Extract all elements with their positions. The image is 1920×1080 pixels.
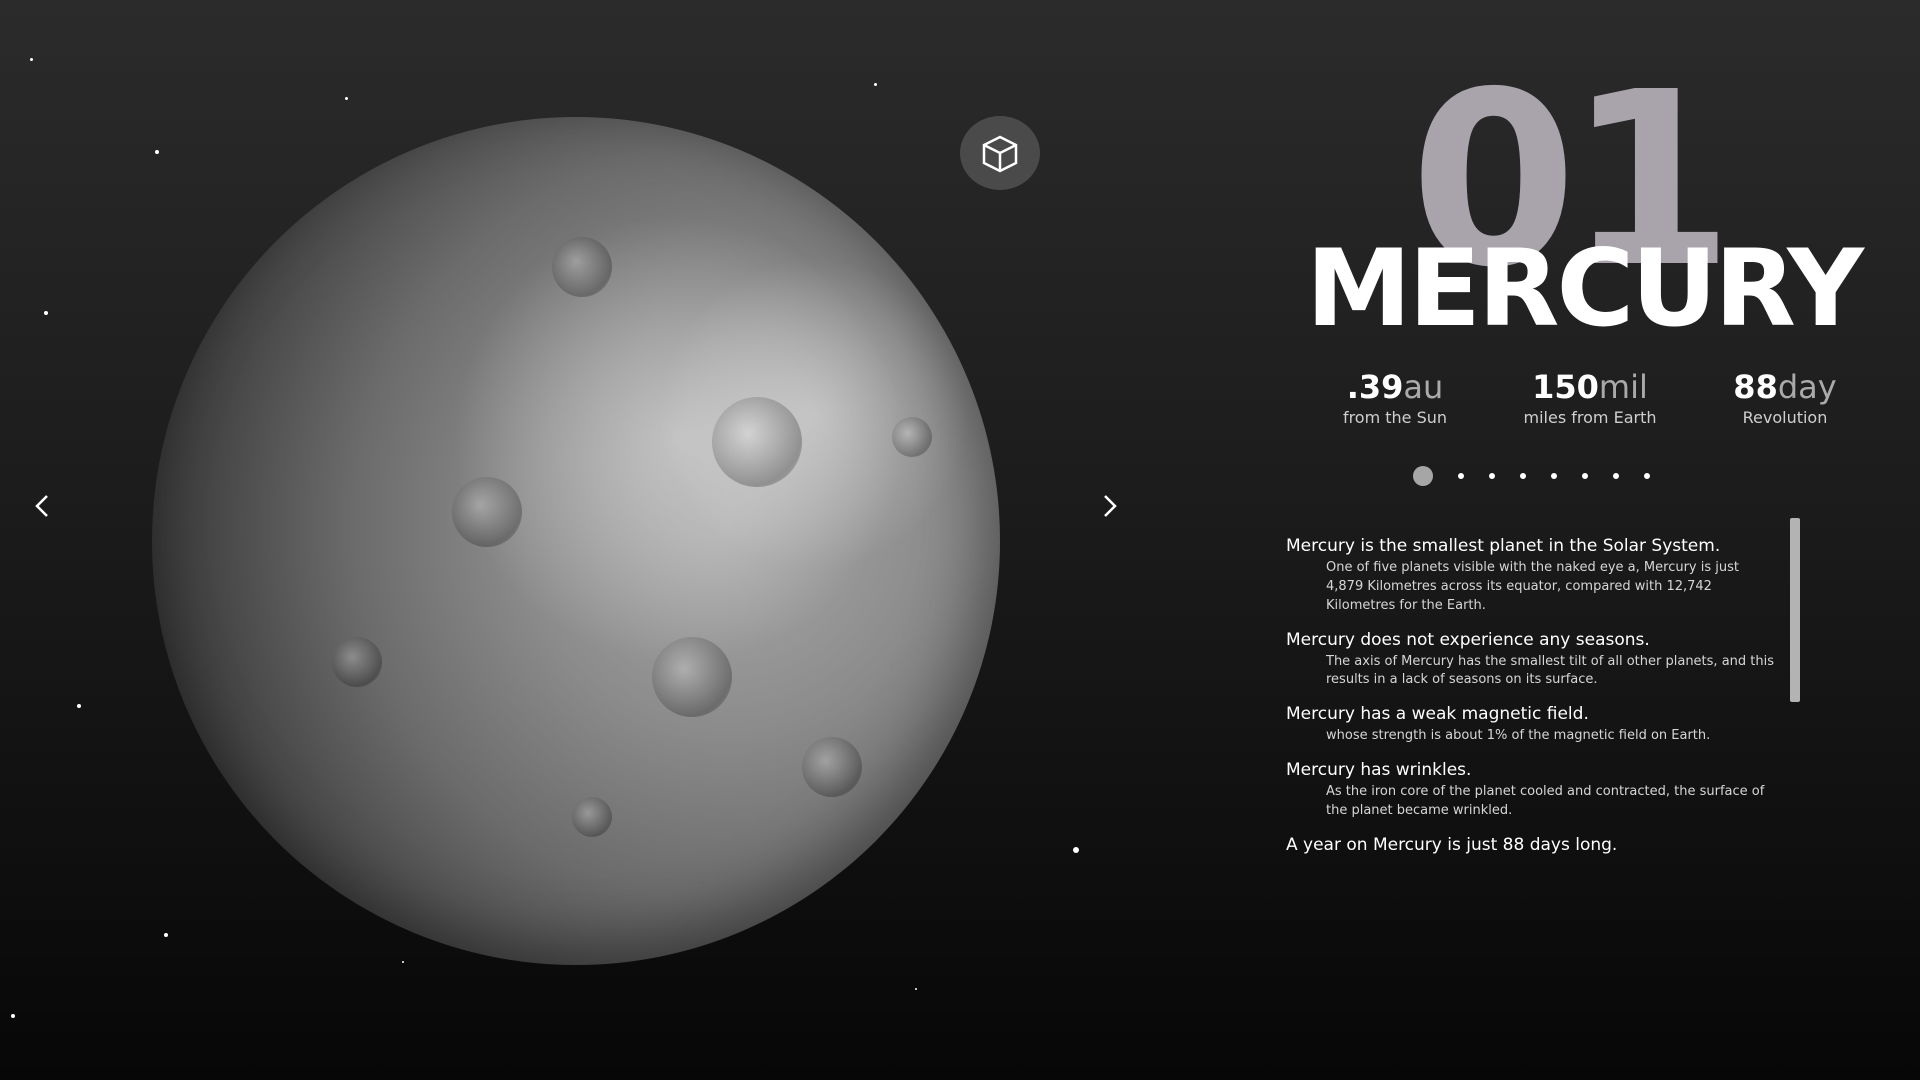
star bbox=[345, 97, 348, 100]
facts-list: Mercury is the smallest planet in the So… bbox=[1286, 536, 1776, 869]
stat-unit: day bbox=[1777, 368, 1837, 406]
fact-description: whose strength is about 1% of the magnet… bbox=[1326, 728, 1711, 744]
fact-item: Mercury does not experience any seasons.… bbox=[1286, 630, 1776, 691]
pagination-dot[interactable] bbox=[1582, 473, 1588, 479]
planet-image bbox=[152, 117, 1000, 965]
star bbox=[1073, 847, 1079, 853]
stat-value: 88day bbox=[1700, 368, 1870, 406]
chevron-left-icon bbox=[35, 495, 48, 517]
fact-title: Mercury does not experience any seasons. bbox=[1286, 629, 1650, 650]
stat-label: miles from Earth bbox=[1523, 408, 1657, 427]
pagination-dot[interactable] bbox=[1458, 473, 1464, 479]
pagination-dot[interactable] bbox=[1520, 473, 1526, 479]
fact-item: Mercury is the smallest planet in the So… bbox=[1286, 536, 1776, 616]
stat-number: 88 bbox=[1733, 368, 1778, 406]
star bbox=[164, 933, 168, 937]
crater bbox=[332, 637, 382, 687]
stat-unit: au bbox=[1403, 368, 1444, 406]
stat-revolution: 88day Revolution bbox=[1700, 368, 1870, 427]
star bbox=[44, 311, 48, 315]
crater bbox=[572, 797, 612, 837]
cube-3d-icon bbox=[982, 135, 1018, 173]
stat-number: 150 bbox=[1532, 368, 1599, 406]
stat-value: .39au bbox=[1310, 368, 1480, 406]
fact-item: A year on Mercury is just 88 days long. bbox=[1286, 835, 1776, 855]
planet-stats: .39au from the Sun 150mil miles from Ear… bbox=[1310, 368, 1870, 427]
fact-title: Mercury has a weak magnetic field. bbox=[1286, 704, 1589, 725]
view-3d-button[interactable] bbox=[960, 116, 1040, 190]
prev-planet-button[interactable] bbox=[24, 488, 60, 524]
crater bbox=[452, 477, 522, 547]
star bbox=[77, 704, 81, 708]
crater bbox=[652, 637, 732, 717]
planet-name: MERCURY bbox=[1306, 227, 1864, 350]
fact-item: Mercury has a weak magnetic field. whose… bbox=[1286, 704, 1776, 746]
crater bbox=[892, 417, 932, 457]
fact-title: A year on Mercury is just 88 days long. bbox=[1286, 834, 1618, 855]
fact-description: The axis of Mercury has the smallest til… bbox=[1326, 653, 1774, 688]
fact-title: Mercury is the smallest planet in the So… bbox=[1286, 536, 1721, 556]
fact-description: One of five planets visible with the nak… bbox=[1326, 560, 1739, 613]
star bbox=[155, 150, 159, 154]
star bbox=[874, 83, 877, 86]
planet-pagination bbox=[1413, 466, 1650, 486]
star bbox=[30, 58, 33, 61]
stat-number: .39 bbox=[1346, 368, 1404, 406]
stat-label: from the Sun bbox=[1342, 408, 1448, 427]
pagination-dot[interactable] bbox=[1644, 473, 1650, 479]
next-planet-button[interactable] bbox=[1092, 488, 1128, 524]
stat-value: 150mil bbox=[1505, 368, 1675, 406]
pagination-dot-active[interactable] bbox=[1413, 466, 1433, 486]
pagination-dot[interactable] bbox=[1551, 473, 1557, 479]
crater bbox=[712, 397, 802, 487]
fact-item: Mercury has wrinkles. As the iron core o… bbox=[1286, 760, 1776, 821]
crater bbox=[802, 737, 862, 797]
pagination-dot[interactable] bbox=[1613, 473, 1619, 479]
stat-distance-earth: 150mil miles from Earth bbox=[1505, 368, 1675, 427]
star bbox=[915, 988, 917, 990]
pagination-dot[interactable] bbox=[1489, 473, 1495, 479]
facts-scrollbar[interactable] bbox=[1790, 518, 1800, 702]
chevron-right-icon bbox=[1104, 495, 1117, 517]
stat-label: Revolution bbox=[1742, 408, 1828, 427]
star bbox=[402, 961, 404, 963]
star bbox=[11, 1014, 15, 1018]
stat-distance-sun: .39au from the Sun bbox=[1310, 368, 1480, 427]
stat-unit: mil bbox=[1598, 368, 1648, 406]
fact-title: Mercury has wrinkles. bbox=[1286, 760, 1472, 781]
crater bbox=[552, 237, 612, 297]
fact-description: As the iron core of the planet cooled an… bbox=[1326, 784, 1765, 818]
